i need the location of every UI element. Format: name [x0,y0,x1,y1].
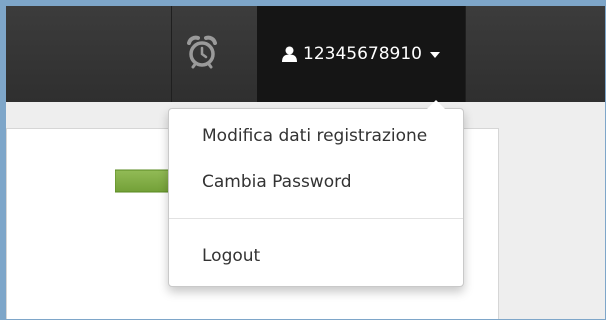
user-menu-toggle[interactable]: 12345678910 [257,6,465,102]
app-frame: 12345678910 Modifica dati registrazione … [6,6,605,319]
menu-divider [169,218,463,219]
user-icon [282,46,297,62]
caret-down-icon [429,52,440,58]
user-dropdown-menu: Modifica dati registrazione Cambia Passw… [168,100,464,287]
navbar-separator [465,6,466,102]
menu-item-edit-registration[interactable]: Modifica dati registrazione [202,126,427,146]
top-navbar: 12345678910 [6,6,605,102]
dropdown-notch [427,100,445,109]
navbar-separator [171,6,172,102]
menu-item-logout[interactable]: Logout [202,246,260,266]
user-id-label: 12345678910 [303,44,422,64]
menu-item-change-password[interactable]: Cambia Password [202,172,352,192]
alarm-clock-icon[interactable] [184,32,220,72]
